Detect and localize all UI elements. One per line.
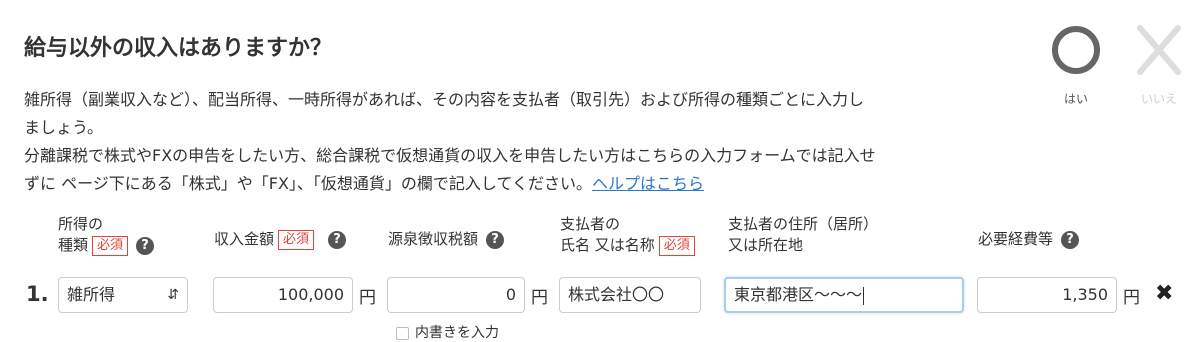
description: 雑所得（副業収入など）、配当所得、一時所得があれば、その内容を支払者（取引先）お…	[24, 86, 1014, 198]
yes-label: はい	[1063, 92, 1088, 106]
breakdown-checkbox[interactable]: 内書きを入力	[396, 322, 499, 342]
header-payer-line1: 支払者の	[560, 215, 621, 233]
row-number: 1.	[26, 282, 49, 306]
header-withholding: 源泉徴収税額?	[388, 229, 505, 250]
header-withholding-label: 源泉徴収税額	[388, 230, 479, 248]
income-type-value: 雑所得	[67, 285, 116, 304]
select-arrows-icon: ⇵	[167, 287, 179, 303]
unit-yen: 円	[531, 288, 548, 308]
question-circle-icon[interactable]: ?	[328, 230, 347, 249]
question-circle-icon[interactable]: ?	[136, 236, 155, 255]
header-address: 支払者の住所（居所） 又は所在地	[728, 214, 878, 256]
description-line: 分離課税で株式やFXの申告をしたい方、総合課税で仮想通貨の収入を申告したい方はこ…	[24, 146, 876, 165]
unit-yen: 円	[359, 288, 376, 308]
description-text: ずに ページ下にある「株式」や「FX」、「仮想通貨」の欄で記入してください。	[24, 174, 592, 193]
header-address-line2: 又は所在地	[728, 236, 804, 254]
text-caret	[863, 286, 865, 305]
expenses-input[interactable]: 1,350	[977, 277, 1117, 313]
amount-input[interactable]: 100,000	[213, 277, 353, 313]
required-badge: 必須	[278, 229, 315, 250]
required-badge: 必須	[658, 235, 695, 256]
question-circle-icon[interactable]: ?	[1061, 230, 1080, 249]
header-amount: 収入金額 必須?	[214, 229, 347, 250]
payer-name-input[interactable]: 株式会社〇〇	[559, 277, 701, 313]
no-label: いいえ	[1140, 92, 1177, 106]
header-address-line1: 支払者の住所（居所）	[728, 215, 879, 233]
breakdown-label: 内書きを入力	[415, 325, 499, 341]
header-expenses: 必要経費等?	[978, 229, 1080, 250]
description-line: ずに ページ下にある「株式」や「FX」、「仮想通貨」の欄で記入してください。ヘル…	[24, 170, 1014, 198]
question-circle-icon[interactable]: ?	[486, 230, 505, 249]
cross-icon	[1124, 22, 1194, 86]
question-title: 給与以外の収入はありますか？	[24, 36, 333, 61]
payer-address-value: 東京都港区〜〜〜	[734, 285, 863, 304]
help-link[interactable]: ヘルプはこちら	[592, 174, 704, 193]
header-income-type-line2: 種類	[58, 236, 89, 254]
description-line: ましょう。	[24, 118, 104, 137]
description-line: 雑所得（副業収入など）、配当所得、一時所得があれば、その内容を支払者（取引先）お…	[24, 90, 865, 109]
checkbox-icon[interactable]	[396, 326, 409, 340]
no-option[interactable]: いいえ	[1124, 22, 1194, 107]
header-payer-line2: 氏名 又は名称	[560, 236, 655, 254]
header-amount-label: 収入金額	[214, 230, 275, 248]
income-type-select[interactable]: 雑所得 ⇵	[58, 277, 188, 313]
unit-yen: 円	[1123, 288, 1140, 308]
withholding-input[interactable]: 0	[387, 277, 525, 313]
required-badge: 必須	[92, 235, 129, 256]
close-icon[interactable]: ✖	[1155, 281, 1173, 306]
yes-option[interactable]: はい	[1046, 22, 1106, 107]
circle-icon	[1046, 22, 1106, 86]
header-expenses-label: 必要経費等	[978, 230, 1054, 248]
header-income-type: 所得の 種類 必須?	[58, 214, 155, 256]
payer-address-input[interactable]: 東京都港区〜〜〜	[724, 277, 964, 313]
header-payer: 支払者の 氏名 又は名称 必須	[560, 214, 695, 256]
header-income-type-line1: 所得の	[58, 215, 104, 233]
